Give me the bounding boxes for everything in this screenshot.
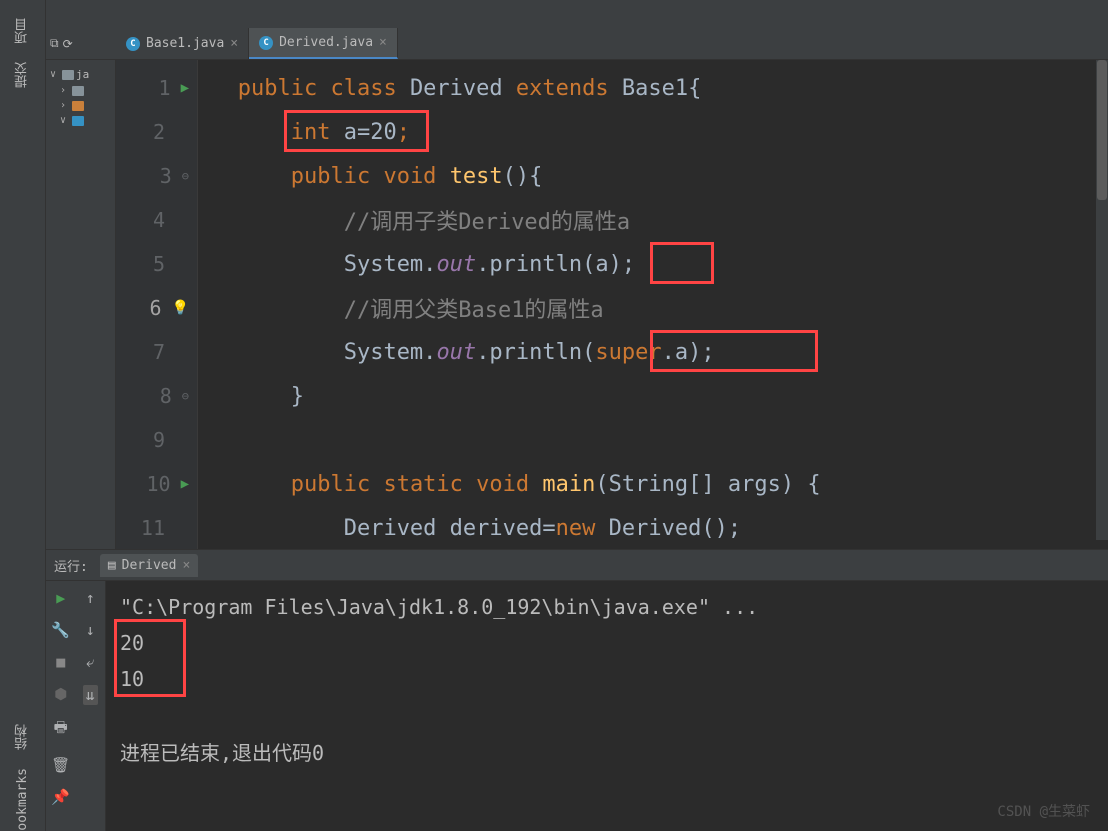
stop-icon[interactable]: ■ [56,653,65,671]
code-line: Derived derived=new Derived(); [198,506,1108,549]
project-icon[interactable]: ⧉ [50,36,59,51]
bulb-icon[interactable]: 💡 [172,300,189,316]
code-line: //调用父类Base1的属性a [198,286,1108,330]
print-icon[interactable]: 🖶 [54,717,68,742]
rerun-icon[interactable]: ▶ [56,589,65,607]
console-out: 10 [120,661,1094,697]
code-line: //调用子类Derived的属性a [198,198,1108,242]
console-cmd: "C:\Program Files\Java\jdk1.8.0_192\bin\… [120,589,1094,625]
bug-icon[interactable]: ⬢ [54,685,67,703]
tab-base1[interactable]: C Base1.java × [116,28,249,59]
console-blank [120,697,1094,733]
tab-label: Derived.java [279,35,373,50]
breadcrumb [46,0,1108,28]
run-icon[interactable]: ▶ [181,80,189,96]
project-tool-label[interactable]: 项目 [13,18,32,44]
close-icon[interactable]: × [182,558,190,573]
console-output[interactable]: "C:\Program Files\Java\jdk1.8.0_192\bin\… [106,581,1108,831]
run-icon[interactable]: ▶ [181,476,189,492]
trash-icon[interactable]: 🗑 [51,756,70,774]
code-line: public class Derived extends Base1{ [198,66,1108,110]
left-toolwindow-bar: 项目 提交 结构 ookmarks [0,0,46,831]
wrench-icon[interactable]: 🔧 [51,621,70,639]
project-sync-icon[interactable]: ⟳ [63,37,73,51]
java-class-icon: C [126,37,140,51]
run-tab-icon: ▤ [108,558,116,573]
down-icon[interactable]: ↓ [86,621,95,639]
pin-icon[interactable]: 📌 [51,788,70,806]
code-line: } [198,374,1108,418]
code-editor[interactable]: public class Derived extends Base1{ int … [198,60,1108,549]
run-tab-label: Derived [122,558,177,573]
close-icon[interactable]: × [230,36,238,51]
line-number: 2 [137,120,165,144]
run-panel: 运行: ▤ Derived × ▶ 🔧 ■ ⬢ 🖶 🗑 📌 ↑ [46,549,1108,831]
line-number: 3 [144,164,172,188]
line-number: 1 [143,76,171,100]
run-label: 运行: [54,556,88,575]
line-number: 8 [144,384,172,408]
bookmarks-tool-label[interactable]: ookmarks [15,768,30,831]
wrap-icon[interactable]: ⤶ [86,653,94,671]
scroll-icon[interactable]: ⇊ [83,685,98,705]
watermark: CSDN @生菜虾 [997,801,1090,821]
line-number: 9 [137,428,165,452]
editor-tab-bar: ⧉ ⟳ C Base1.java × C Derived.java × [46,28,1108,60]
run-toolbar: ▶ 🔧 ■ ⬢ 🖶 🗑 📌 ↑ ↓ ⤶ ⇊ [46,581,106,831]
line-number: 10 [143,472,171,496]
code-line: public void test(){ [198,154,1108,198]
editor-gutter: 1 ▶ 2 3 ⊖ 4 5 6 💡 7 8 ⊖ 9 10 ▶ 11 [116,60,198,549]
java-class-icon: C [259,36,273,50]
tab-derived[interactable]: C Derived.java × [249,28,398,59]
commit-tool-label[interactable]: 提交 [13,62,32,88]
line-number: 6 [134,296,162,320]
fold-close-icon[interactable]: ⊖ [182,389,189,403]
close-icon[interactable]: × [379,35,387,50]
code-line: System.out.println(a); [198,242,1108,286]
project-tree[interactable]: ∨ja › › ∨ [46,60,116,549]
console-exit: 进程已结束,退出代码0 [120,733,1094,769]
tab-label: Base1.java [146,36,224,51]
line-number: 7 [137,340,165,364]
up-icon[interactable]: ↑ [86,589,95,607]
project-toolbar: ⧉ ⟳ [46,28,116,59]
tree-root[interactable]: ja [76,68,89,81]
code-line: int a=20; [198,110,1108,154]
line-number: 11 [137,516,165,540]
line-number: 4 [137,208,165,232]
code-line: public static void main(String[] args) { [198,462,1108,506]
line-number: 5 [137,252,165,276]
scroll-thumb[interactable] [1097,60,1107,200]
code-line: System.out.println(super.a); [198,330,1108,374]
run-tab[interactable]: ▤ Derived × [100,554,198,577]
code-line [198,418,1108,462]
structure-tool-label[interactable]: 结构 [13,724,32,750]
console-out: 20 [120,625,1094,661]
fold-icon[interactable]: ⊖ [182,169,189,183]
